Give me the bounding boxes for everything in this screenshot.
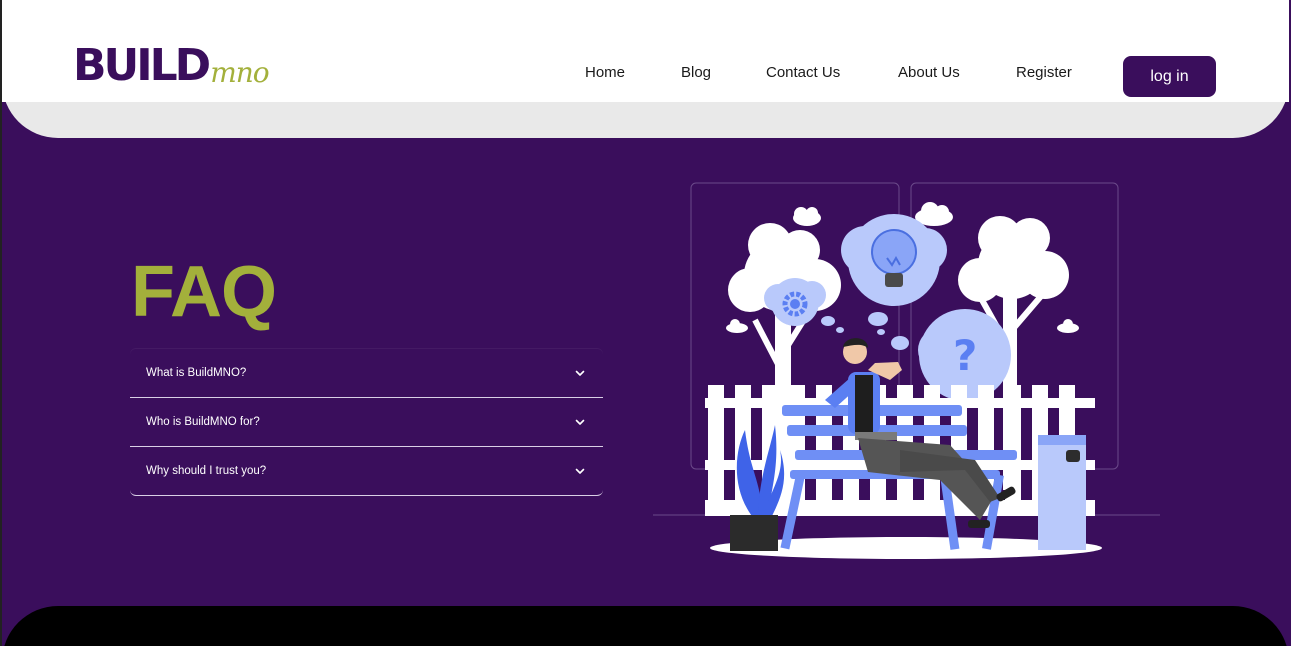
nav-blog-link[interactable]: Blog (681, 64, 711, 81)
nav-contact-link[interactable]: Contact Us (766, 64, 840, 81)
chevron-down-icon (575, 419, 585, 425)
chevron-down-icon (575, 370, 585, 376)
login-button[interactable]: log in (1123, 56, 1216, 97)
logo[interactable]: BUILD mno (73, 40, 270, 91)
footer-band (2, 606, 1289, 646)
nav-register-link[interactable]: Register (1016, 64, 1072, 81)
faq-item-trust[interactable]: Why should I trust you? (130, 447, 603, 496)
faq-question: Why should I trust you? (146, 465, 267, 477)
nav-about-link[interactable]: About Us (898, 64, 960, 81)
nav-home-link[interactable]: Home (585, 64, 625, 81)
faq-question: Who is BuildMNO for? (146, 416, 260, 428)
logo-main-text: BUILD (73, 40, 211, 91)
faq-title: FAQ (131, 252, 277, 332)
faq-question: What is BuildMNO? (146, 367, 247, 379)
chevron-down-icon (575, 468, 585, 474)
window-edge (0, 0, 2, 646)
logo-sub-text: mno (210, 56, 269, 89)
thinking-man-illustration: ? (653, 182, 1160, 559)
faq-item-what-is[interactable]: What is BuildMNO? (130, 349, 603, 398)
faq-item-who-for[interactable]: Who is BuildMNO for? (130, 398, 603, 447)
page: BUILD mno Home Blog Contact Us About Us … (0, 0, 1291, 646)
faq-accordion: What is BuildMNO? Who is BuildMNO for? W… (130, 349, 603, 496)
svg-text:?: ? (953, 331, 977, 380)
